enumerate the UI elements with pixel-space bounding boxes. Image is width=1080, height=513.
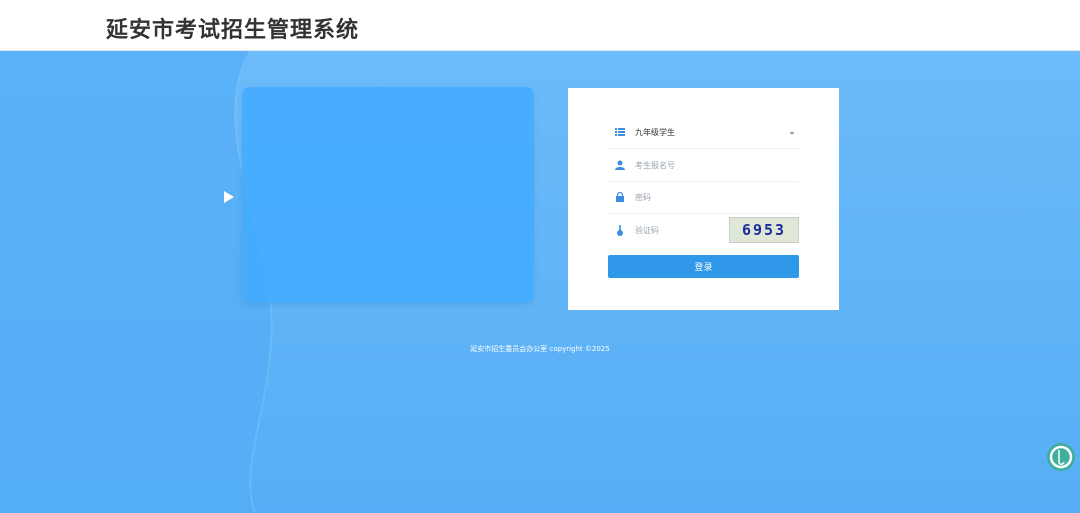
login-button[interactable]: 登录 (608, 255, 799, 278)
play-triangle-icon (224, 191, 234, 203)
password-placeholder: 密码 (635, 192, 651, 202)
user-type-select[interactable]: 九年级学生 ⌄ (608, 116, 799, 149)
background-wave-shape (0, 51, 273, 513)
user-type-value: 九年级学生 (635, 127, 675, 137)
chevron-down-icon: ⌄ (788, 127, 796, 137)
video-panel[interactable] (242, 87, 534, 303)
password-field[interactable]: 密码 (608, 181, 799, 214)
app-title: 延安市考试招生管理系统 (106, 18, 360, 43)
captcha-image[interactable]: 6953 (729, 217, 799, 243)
list-icon (615, 127, 625, 137)
top-header: 延安市考试招生管理系统 (0, 0, 1080, 51)
login-panel: 九年级学生 ⌄ 考生报名号 密码 验证码 6953 登录 (568, 88, 839, 310)
user-icon (615, 160, 625, 170)
exam-id-placeholder: 考生报名号 (635, 160, 675, 170)
captcha-field[interactable]: 验证码 6953 (608, 214, 799, 246)
lock-icon (615, 192, 625, 202)
play-arrow-button[interactable] (222, 190, 236, 204)
background-area (0, 51, 1080, 513)
floating-logo-icon[interactable] (1046, 442, 1076, 472)
exam-id-field[interactable]: 考生报名号 (608, 149, 799, 182)
captcha-placeholder: 验证码 (635, 225, 659, 235)
footer-copyright: 延安市招生委员会办公室 copyright ©2025 (470, 345, 610, 353)
key-icon (615, 224, 625, 236)
